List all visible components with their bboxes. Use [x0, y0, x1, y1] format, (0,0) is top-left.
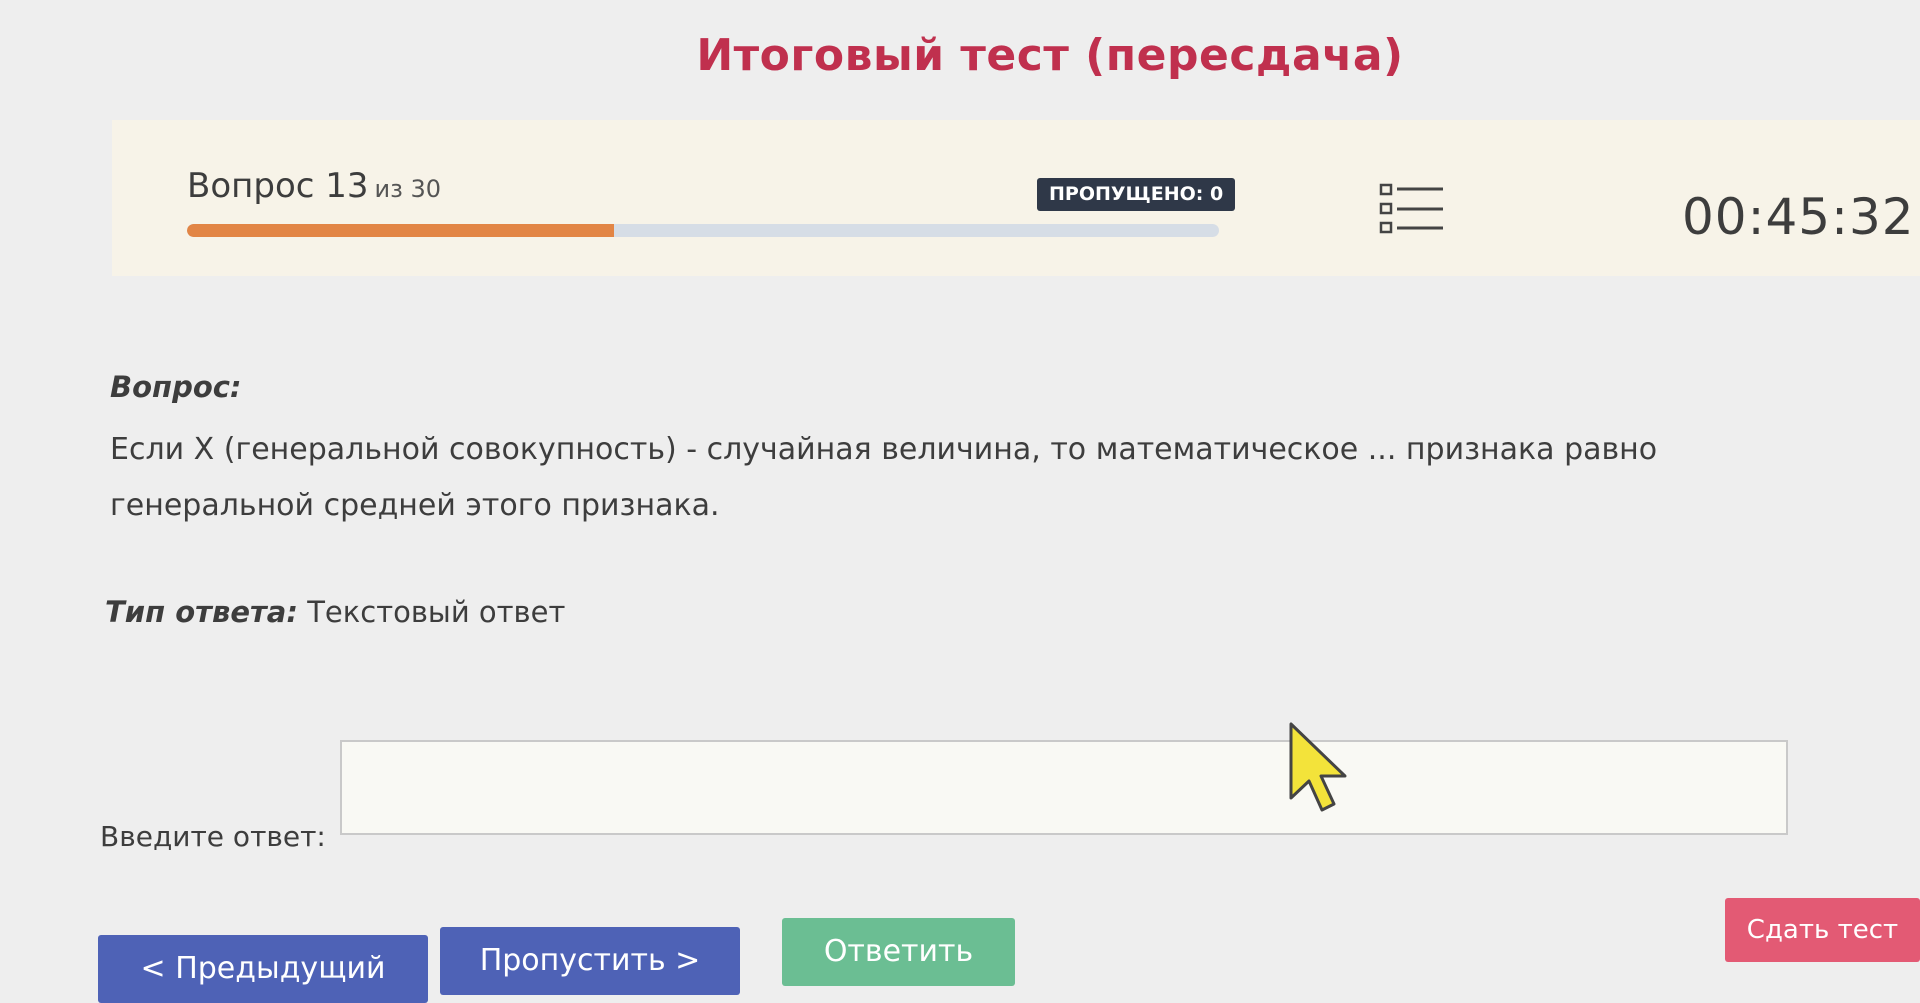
- skip-button[interactable]: Пропустить >: [440, 927, 740, 995]
- progress-bar: [187, 224, 1219, 237]
- question-list-icon[interactable]: [1377, 182, 1447, 238]
- question-label: Вопрос:: [110, 370, 242, 404]
- page-title: Итоговый тест (пересдача): [696, 30, 1404, 81]
- skipped-count-badge: ПРОПУЩЕНО: 0: [1037, 178, 1236, 211]
- question-block: Вопрос: Если X (генеральной совокупность…: [110, 370, 1870, 534]
- test-status-panel: Вопрос 13 из 30 ПРОПУЩЕНО: 0 00:45:32: [112, 120, 1920, 276]
- question-counter-total: из 30: [374, 175, 442, 203]
- question-text: Если X (генеральной совокупность) - случ…: [110, 432, 1658, 523]
- mouse-pointer-icon: [1285, 720, 1355, 815]
- answer-type-value: Текстовый ответ: [307, 595, 566, 629]
- question-counter: Вопрос 13 из 30: [187, 166, 441, 206]
- question-counter-label: Вопрос: [187, 166, 315, 206]
- countdown-timer: 00:45:32: [1682, 188, 1915, 246]
- answer-textarea[interactable]: [340, 740, 1788, 835]
- answer-type: Тип ответа: Текстовый ответ: [105, 595, 565, 629]
- question-counter-number: 13: [325, 166, 369, 206]
- answer-type-label: Тип ответа:: [105, 595, 298, 629]
- submit-test-button[interactable]: Сдать тест: [1725, 898, 1920, 962]
- answer-button[interactable]: Ответить: [782, 918, 1015, 986]
- answer-field-label: Введите ответ:: [100, 820, 326, 853]
- previous-button[interactable]: < Предыдущий: [98, 935, 428, 1003]
- progress-bar-fill: [187, 224, 615, 237]
